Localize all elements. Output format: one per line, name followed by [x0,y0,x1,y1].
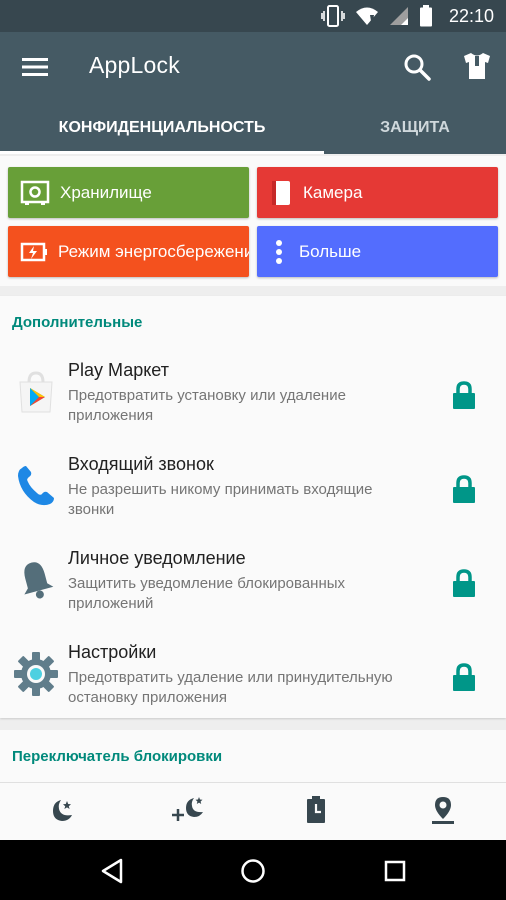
add-moon-icon [172,797,203,821]
lock-icon[interactable] [450,474,478,504]
list-item-private-notification[interactable]: Личное уведомление Защитить уведомление … [0,538,506,630]
system-nav-bar [0,840,506,900]
item-description: Предотвратить удаление или принудительну… [68,669,393,706]
play-market-icon [19,371,53,413]
camera-icon [272,180,290,205]
recent-apps-icon[interactable] [378,854,412,888]
timer-lock-button[interactable] [291,790,341,830]
battery-icon [419,5,432,27]
camera-tile[interactable]: Камера [257,167,498,218]
home-icon[interactable] [236,854,270,888]
item-description: Предотвратить установку или удаление при… [68,387,346,424]
item-description: Защитить уведомление блокированных прило… [68,575,346,612]
location-lock-button[interactable] [418,790,468,830]
bell-icon [24,562,54,599]
item-title: Личное уведомление [68,548,246,568]
quick-tiles-card: Хранилище Камера Режим энергосбережения … [0,156,506,286]
lock-icon[interactable] [450,380,478,410]
tab-privacy[interactable]: КОНФИДЕНЦИАЛЬНОСТЬ [0,102,324,154]
camera-label: Камера [303,182,363,202]
back-icon[interactable] [95,854,129,888]
search-icon[interactable] [402,52,432,82]
vibrate-icon [321,5,345,27]
night-mode-button[interactable] [37,790,87,830]
divider [0,782,506,783]
add-night-mode-button[interactable] [164,790,214,830]
status-time: 22:10 [448,5,494,26]
list-item-play-market[interactable]: Play Маркет Предотвратить установку или … [0,350,506,442]
vault-tile[interactable]: Хранилище [8,167,249,218]
lock-icon[interactable] [450,568,478,598]
section-title-lock-switch: Переключатель блокировки [12,748,223,765]
moon-star-icon [53,800,72,821]
tab-protection[interactable]: ЗАЩИТА [324,102,506,154]
wifi-icon [355,7,378,25]
additional-card: Дополнительные Play Маркет Предотвратить… [0,296,506,718]
more-vertical-icon [276,239,282,264]
app-bar: AppLock [0,32,506,102]
more-label: Больше [299,241,362,261]
phone-icon [18,466,54,506]
battery-saver-tile[interactable]: Режим энергосбережения [8,226,249,277]
more-tile[interactable]: Больше [257,226,498,277]
item-title: Настройки [68,642,157,662]
signal-icon [389,7,408,25]
theme-icon[interactable] [462,50,492,82]
vault-icon [20,180,50,205]
vault-label: Хранилище [60,182,152,202]
app-title: AppLock [89,52,180,78]
section-title-additional: Дополнительные [12,314,143,331]
menu-icon[interactable] [22,54,48,80]
battery-saver-label: Режим энергосбережения [58,241,249,261]
item-title: Play Маркет [68,360,169,380]
tab-bar: КОНФИДЕНЦИАЛЬНОСТЬ ЗАЩИТА [0,102,506,154]
battery-saver-icon [20,242,47,261]
list-item-incoming-call[interactable]: Входящий звонок Не разрешить никому прин… [0,444,506,536]
list-item-settings[interactable]: Настройки Предотвратить удаление или при… [0,632,506,724]
timer-icon [307,796,325,823]
location-pin-icon [432,797,454,824]
lock-switch-card: Переключатель блокировки [0,730,506,840]
lock-icon[interactable] [450,662,478,692]
status-bar: 22:10 [0,0,506,32]
item-description: Не разрешить никому принимать входящие з… [68,481,373,518]
item-title: Входящий звонок [68,454,214,474]
settings-gear-icon [14,652,58,696]
